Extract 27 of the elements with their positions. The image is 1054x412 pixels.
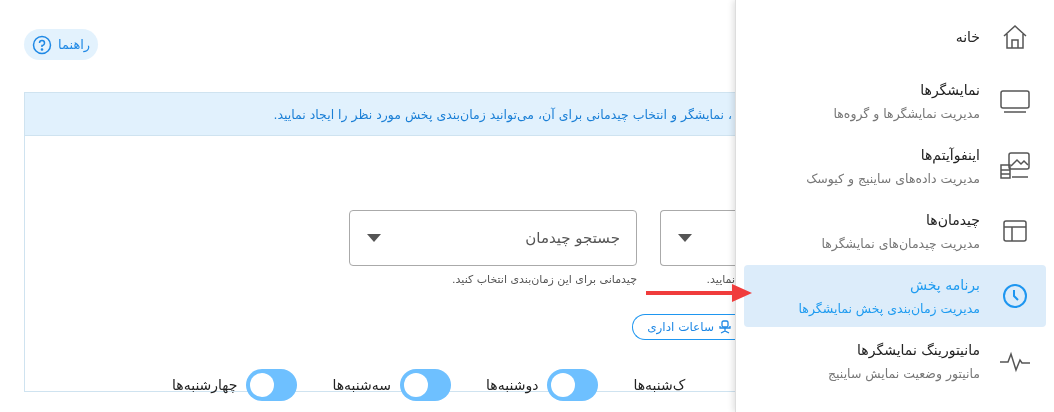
day-label: دوشنبه‌ها — [486, 377, 539, 393]
sidebar-item[interactable]: نمایشگرها مدیریت نمایشگرها و گروه‌ها — [744, 70, 1046, 132]
layout-search-field[interactable]: جستجو چیدمان — [349, 210, 637, 266]
sidebar-item[interactable]: اینفوآیتم‌ها مدیریت داده‌های ساینیج و کیوسک — [744, 135, 1046, 197]
sidebar-item[interactable]: چیدمان‌ها مدیریت چیدمان‌های نمایشگرها — [744, 200, 1046, 262]
toggle-switch[interactable] — [547, 369, 599, 401]
sidebar-item[interactable]: مانیتورینگ نمایشگرها مانیتور وضعیت نمایش ساینیج — [744, 330, 1046, 392]
day-label: ک‌شنبه‌ها — [633, 377, 686, 393]
toggle-switch[interactable] — [246, 369, 298, 401]
clock-icon — [1001, 282, 1029, 310]
home-icon — [1001, 23, 1029, 51]
day-label: سه‌شنبه‌ها — [332, 377, 392, 393]
caret-icon — [678, 234, 692, 242]
toggle-switch[interactable] — [400, 369, 452, 401]
day-label: چهارشنبه‌ها — [172, 377, 238, 393]
caret-icon — [367, 234, 381, 242]
field-hint: چیدمانی برای این زمان‌بندی انتخاب کنید. — [452, 273, 637, 286]
field-hint: نمایید. — [706, 273, 735, 286]
image-icon — [999, 151, 1031, 181]
chair-icon — [719, 320, 731, 334]
display-select-field[interactable] — [660, 210, 735, 266]
help-icon — [32, 34, 52, 55]
sidebar-item[interactable]: خانه — [744, 7, 1046, 67]
office-hours-button[interactable]: ساعات اداری — [632, 314, 735, 340]
layout-icon — [1001, 217, 1029, 245]
info-text: ، نمایشگر و انتخاب چیدمانی برای آن، می‌توانید زمان‌بندی پخش مورد نظر را ایجاد نمایید. — [273, 106, 733, 122]
monitor-icon — [999, 87, 1031, 115]
